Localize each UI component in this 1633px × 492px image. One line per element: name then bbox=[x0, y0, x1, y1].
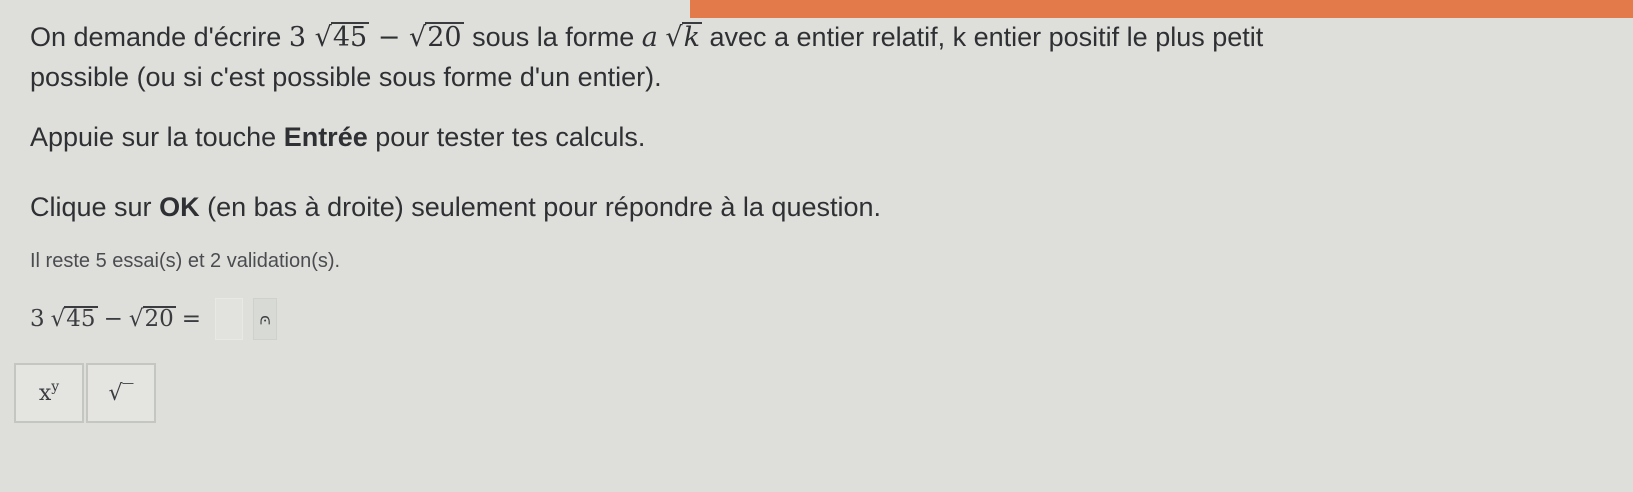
math-keypad: xy √‾ bbox=[14, 363, 156, 423]
expr-radicand-2: 20 bbox=[425, 22, 464, 53]
feedback-icon: ⩀ bbox=[253, 298, 278, 340]
sqrt-button[interactable]: √‾ bbox=[86, 363, 156, 423]
expr-sqrt-2: √20 bbox=[408, 22, 464, 53]
equation-sqrt-1: √45 bbox=[50, 306, 98, 332]
answer-input[interactable] bbox=[215, 298, 244, 340]
instruction-mid: sous la forme bbox=[472, 22, 635, 52]
answer-equation: 3 √45 − √20 = ⩀ bbox=[30, 298, 278, 340]
ok-suffix: (en bas à droite) seulement pour répondr… bbox=[207, 192, 882, 222]
ok-instruction: Clique sur OK (en bas à droite) seulemen… bbox=[30, 188, 881, 226]
power-base: x bbox=[38, 380, 52, 406]
instruction-expression: 3 √45 − √20 bbox=[289, 22, 472, 53]
ok-key-label: OK bbox=[159, 192, 200, 222]
expr-sqrt-1: √45 bbox=[314, 22, 370, 53]
instruction-suffix: avec a entier relatif, k entier positif … bbox=[709, 22, 1264, 52]
instruction-line-2: possible (ou si c'est possible sous form… bbox=[30, 62, 662, 92]
enter-key-label: Entrée bbox=[283, 122, 368, 152]
form-sqrt-k: √k bbox=[665, 22, 702, 53]
enter-prefix: Appuie sur la touche bbox=[30, 122, 277, 152]
instruction-line-1: On demande d'écrire 3 √45 − √20 sous la … bbox=[30, 18, 1263, 57]
expr-minus: − bbox=[377, 22, 401, 53]
attempts-remaining: Il reste 5 essai(s) et 2 validation(s). bbox=[30, 250, 341, 272]
ok-prefix: Clique sur bbox=[30, 192, 152, 222]
equation-radicand-1: 45 bbox=[64, 306, 98, 332]
form-var-a: a bbox=[641, 22, 658, 53]
enter-instruction: Appuie sur la touche Entrée pour tester … bbox=[30, 118, 645, 156]
sqrt-icon: √‾ bbox=[108, 380, 134, 406]
equation-minus: − bbox=[103, 306, 123, 332]
equation-equals: = bbox=[181, 306, 202, 332]
expr-radicand-1: 45 bbox=[330, 22, 370, 53]
power-button[interactable]: xy bbox=[14, 363, 84, 423]
top-accent-strip bbox=[690, 0, 1633, 18]
instruction-prefix: On demande d'écrire bbox=[30, 22, 282, 52]
form-radicand-k: k bbox=[681, 22, 702, 53]
power-exponent: y bbox=[51, 379, 60, 395]
equation-coefficient: 3 bbox=[30, 306, 45, 332]
equation-radicand-2: 20 bbox=[142, 306, 176, 332]
equation-sqrt-2: √20 bbox=[128, 306, 176, 332]
expr-coefficient: 3 bbox=[288, 22, 306, 53]
enter-suffix: pour tester tes calculs. bbox=[375, 122, 646, 152]
